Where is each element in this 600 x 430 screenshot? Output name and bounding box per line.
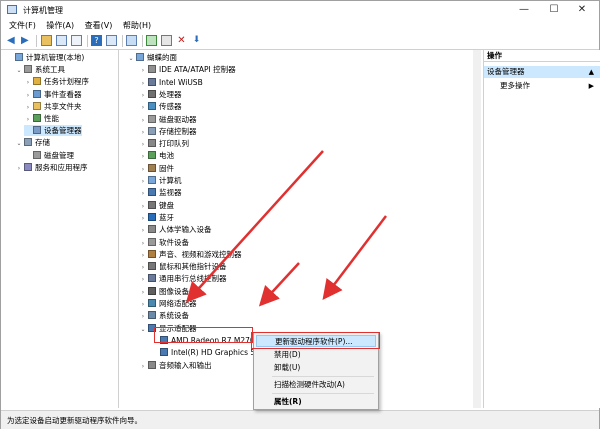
arrow-left bbox=[185, 150, 324, 303]
arrow-right bbox=[322, 215, 387, 300]
annotation-arrows bbox=[185, 150, 387, 307]
computer-management-window: 计算机管理 — ☐ ✕ 文件(F) 操作(A) 查看(V) 帮助(H) ◀ ▶ … bbox=[0, 0, 600, 429]
arrow-middle bbox=[258, 262, 300, 307]
